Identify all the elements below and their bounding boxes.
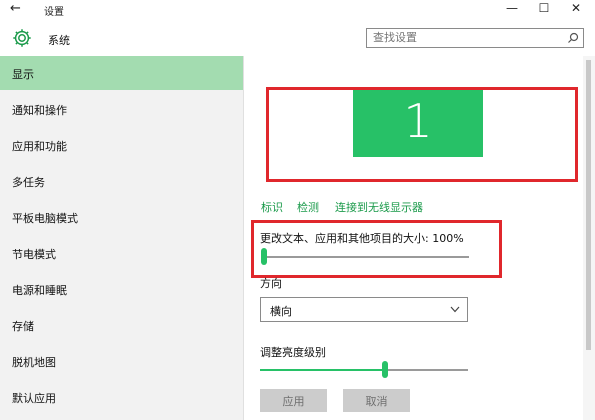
sidebar-item-apps-features[interactable]: 应用和功能: [0, 128, 243, 162]
scrollbar-thumb[interactable]: [586, 60, 591, 350]
search-icon[interactable]: [567, 32, 579, 44]
header: 系统: [0, 20, 595, 60]
sidebar-item-label: 脱机地图: [12, 356, 56, 369]
sidebar-item-battery-saver[interactable]: 节电模式: [0, 236, 243, 270]
sidebar-item-offline-maps[interactable]: 脱机地图: [0, 344, 243, 378]
sidebar-item-display[interactable]: 显示: [0, 56, 243, 90]
sidebar-item-tablet-mode[interactable]: 平板电脑模式: [0, 200, 243, 234]
title-bar: ← 设置 — ☐ ✕: [0, 0, 595, 20]
orientation-dropdown[interactable]: 横向: [260, 297, 468, 322]
sidebar-item-label: 应用和功能: [12, 140, 67, 153]
maximize-button[interactable]: ☐: [534, 1, 554, 15]
brightness-slider-thumb[interactable]: [382, 361, 388, 378]
brightness-label: 调整亮度级别: [260, 346, 326, 359]
search-input[interactable]: [373, 31, 553, 44]
sidebar-item-notifications[interactable]: 通知和操作: [0, 92, 243, 126]
sidebar: 显示 通知和操作 应用和功能 多任务 平板电脑模式 节电模式 电源和睡眠 存储 …: [0, 56, 243, 420]
gear-icon: [13, 29, 31, 47]
sidebar-item-label: 平板电脑模式: [12, 212, 78, 225]
sidebar-item-label: 默认应用: [12, 392, 56, 405]
sidebar-item-label: 存储: [12, 320, 34, 333]
identify-link[interactable]: 标识: [261, 199, 283, 215]
sidebar-item-multitasking[interactable]: 多任务: [0, 164, 243, 198]
annotation-box-monitor: [266, 87, 578, 182]
sidebar-item-label: 电源和睡眠: [12, 284, 67, 297]
minimize-button[interactable]: —: [502, 1, 522, 15]
close-button[interactable]: ✕: [566, 1, 586, 15]
window-title: 设置: [44, 7, 64, 18]
sidebar-item-label: 多任务: [12, 176, 45, 189]
search-box[interactable]: [366, 28, 584, 48]
sidebar-item-label: 节电模式: [12, 248, 56, 261]
back-button[interactable]: ←: [10, 1, 21, 16]
annotation-box-scale: [251, 220, 502, 278]
sidebar-item-label: 显示: [12, 68, 34, 81]
brightness-slider-track[interactable]: [385, 369, 468, 371]
sidebar-item-label: 通知和操作: [12, 104, 67, 117]
page-title: 系统: [48, 34, 70, 47]
cancel-button[interactable]: 取消: [343, 389, 410, 412]
chevron-down-icon: [450, 306, 460, 313]
apply-button[interactable]: 应用: [260, 389, 327, 412]
sidebar-item-power-sleep[interactable]: 电源和睡眠: [0, 272, 243, 306]
connect-wireless-display-link[interactable]: 连接到无线显示器: [335, 199, 423, 215]
detect-link[interactable]: 检测: [297, 199, 319, 215]
sidebar-item-default-apps[interactable]: 默认应用: [0, 380, 243, 414]
orientation-label: 方向: [260, 277, 282, 290]
brightness-slider-fill[interactable]: [260, 369, 385, 371]
orientation-value: 横向: [270, 305, 292, 318]
sidebar-item-storage[interactable]: 存储: [0, 308, 243, 342]
